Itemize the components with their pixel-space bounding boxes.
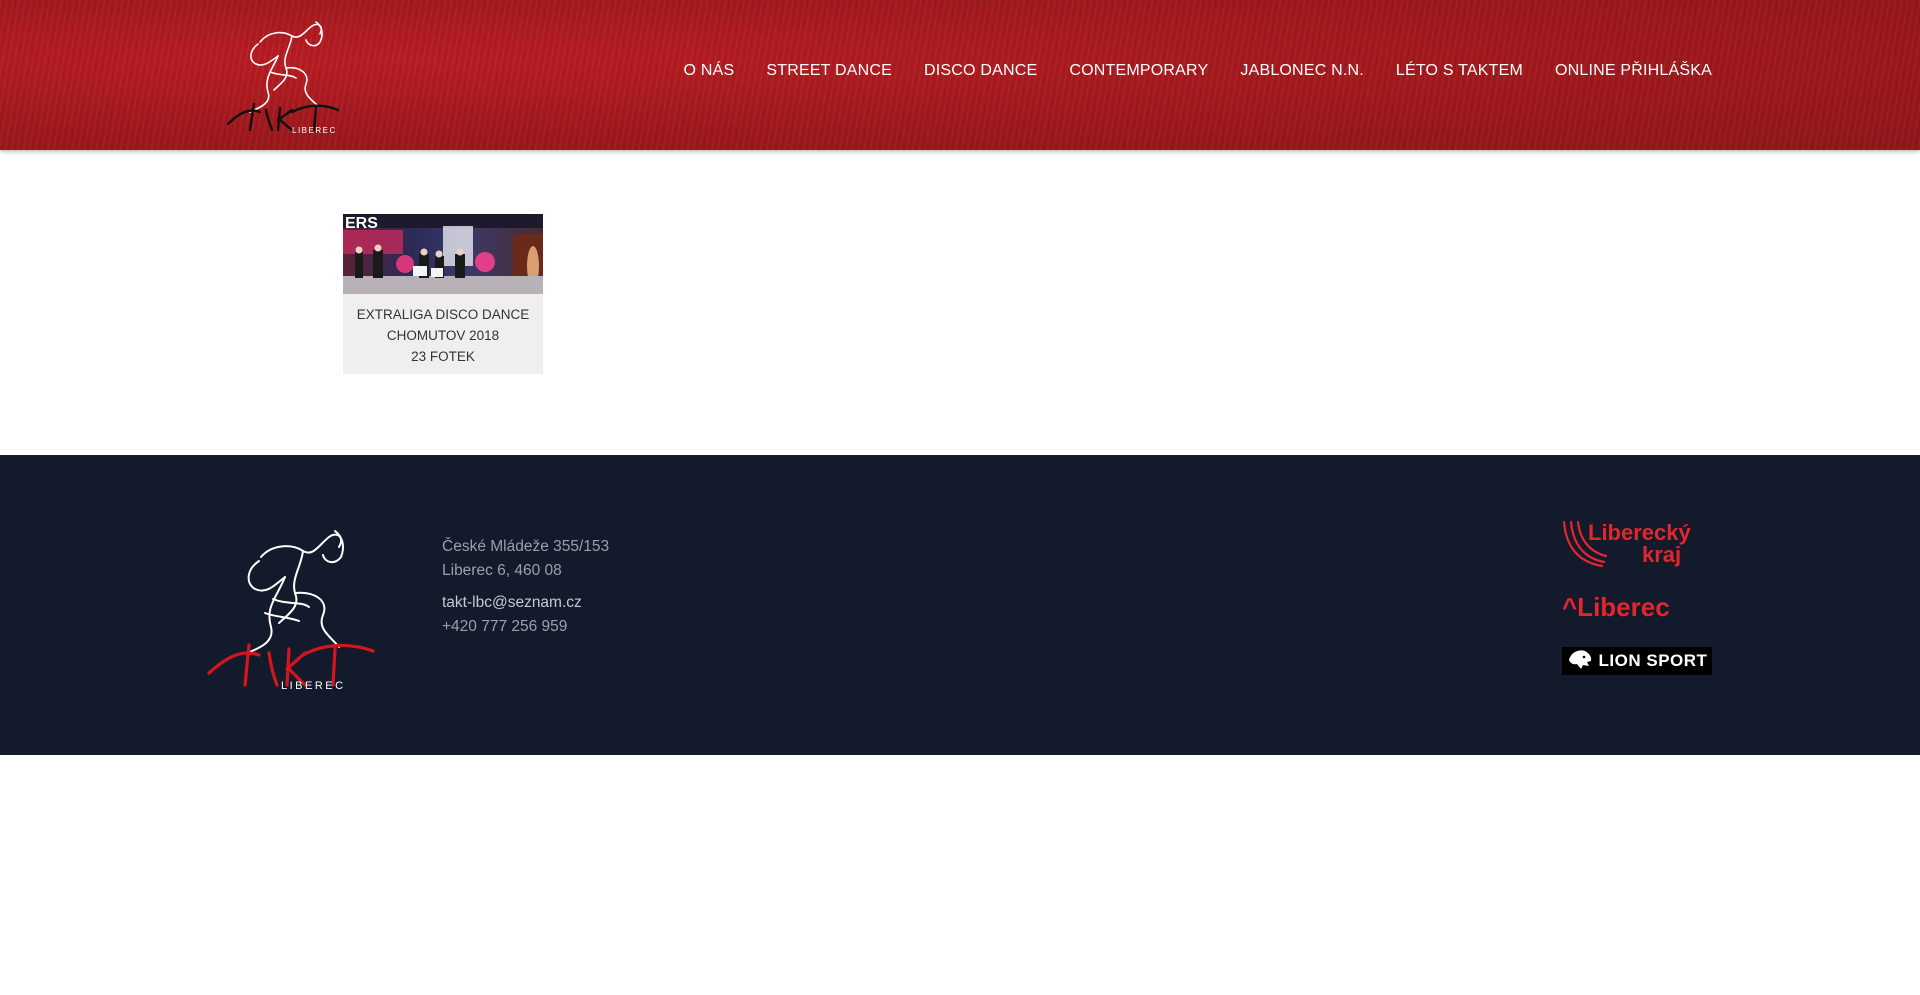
dancer-logo-icon: LIBEREC [226,21,340,135]
photo-banner-text: ERS [345,215,378,232]
gallery-photo-image: ERS [343,214,543,294]
liberec-logo-text: ^Liberec [1562,592,1670,620]
nav-item-contemporary[interactable]: CONTEMPORARY [1069,62,1208,80]
takt-logo[interactable]: LIBEREC [220,12,346,136]
nav-item-online-prihlaska[interactable]: ONLINE PŘIHLÁŠKA [1555,62,1712,80]
sponsor-liberecky-kraj[interactable]: Liberecký kraj [1562,518,1712,568]
address-street: České Mládeže 355/153 [442,538,610,555]
address-city: Liberec 6, 460 08 [442,562,562,579]
phone-number: +420 777 256 959 [442,618,568,635]
kraj-line2: kraj [1642,542,1681,567]
nav-item-o-nas[interactable]: O NÁS [684,62,735,80]
email-link[interactable]: takt-lbc@seznam.cz [442,591,582,615]
footer-takt-logo[interactable]: LIBEREC [205,517,380,697]
gallery-title-line2: CHOMUTOV 2018 [386,328,500,343]
gallery-caption: EXTRALIGA DISCO DANCE CHOMUTOV 2018 23 F… [343,304,543,367]
site-footer: LIBEREC České Mládeže 355/153 Liberec 6,… [0,455,1920,755]
gallery-card[interactable]: ERS EXTRALIGA DISCO DANCE CHOMUTOV 2018 … [343,214,543,374]
gallery-photo-count: 23 FOTEK [411,349,475,364]
liberecky-kraj-logo-icon: Liberecký kraj [1562,520,1691,568]
lion-head-icon [1567,648,1593,675]
liberec-city-logo-icon: ^Liberec [1562,592,1670,622]
nav-item-jablonec[interactable]: JABLONEC N.N. [1240,62,1364,80]
gallery-thumbnail[interactable]: ERS [343,214,543,294]
sponsor-lion-sport[interactable]: LION SPORT [1562,647,1712,675]
dancer-logo-icon: LIBEREC [207,530,375,692]
nav-item-disco-dance[interactable]: DISCO DANCE [924,62,1037,80]
gallery-title-line1: EXTRALIGA DISCO DANCE [356,307,530,322]
footer-logo-label: LIBEREC [281,680,346,692]
lion-sport-label: LION SPORT [1598,651,1708,670]
nav-item-leto-s-taktem[interactable]: LÉTO S TAKTEM [1396,62,1523,80]
sponsor-liberec[interactable]: ^Liberec [1562,592,1712,622]
footer-contact: takt-lbc@seznam.cz +420 777 256 959 [442,591,582,639]
nav-item-street-dance[interactable]: STREET DANCE [766,62,892,80]
site-header: LIBEREC O NÁS STREET DANCE DISCO DANCE C… [0,0,1920,150]
main-nav: O NÁS STREET DANCE DISCO DANCE CONTEMPOR… [652,62,1712,80]
footer-address: České Mládeže 355/153 Liberec 6, 460 08 [442,535,609,583]
logo-label: LIBEREC [292,126,337,135]
